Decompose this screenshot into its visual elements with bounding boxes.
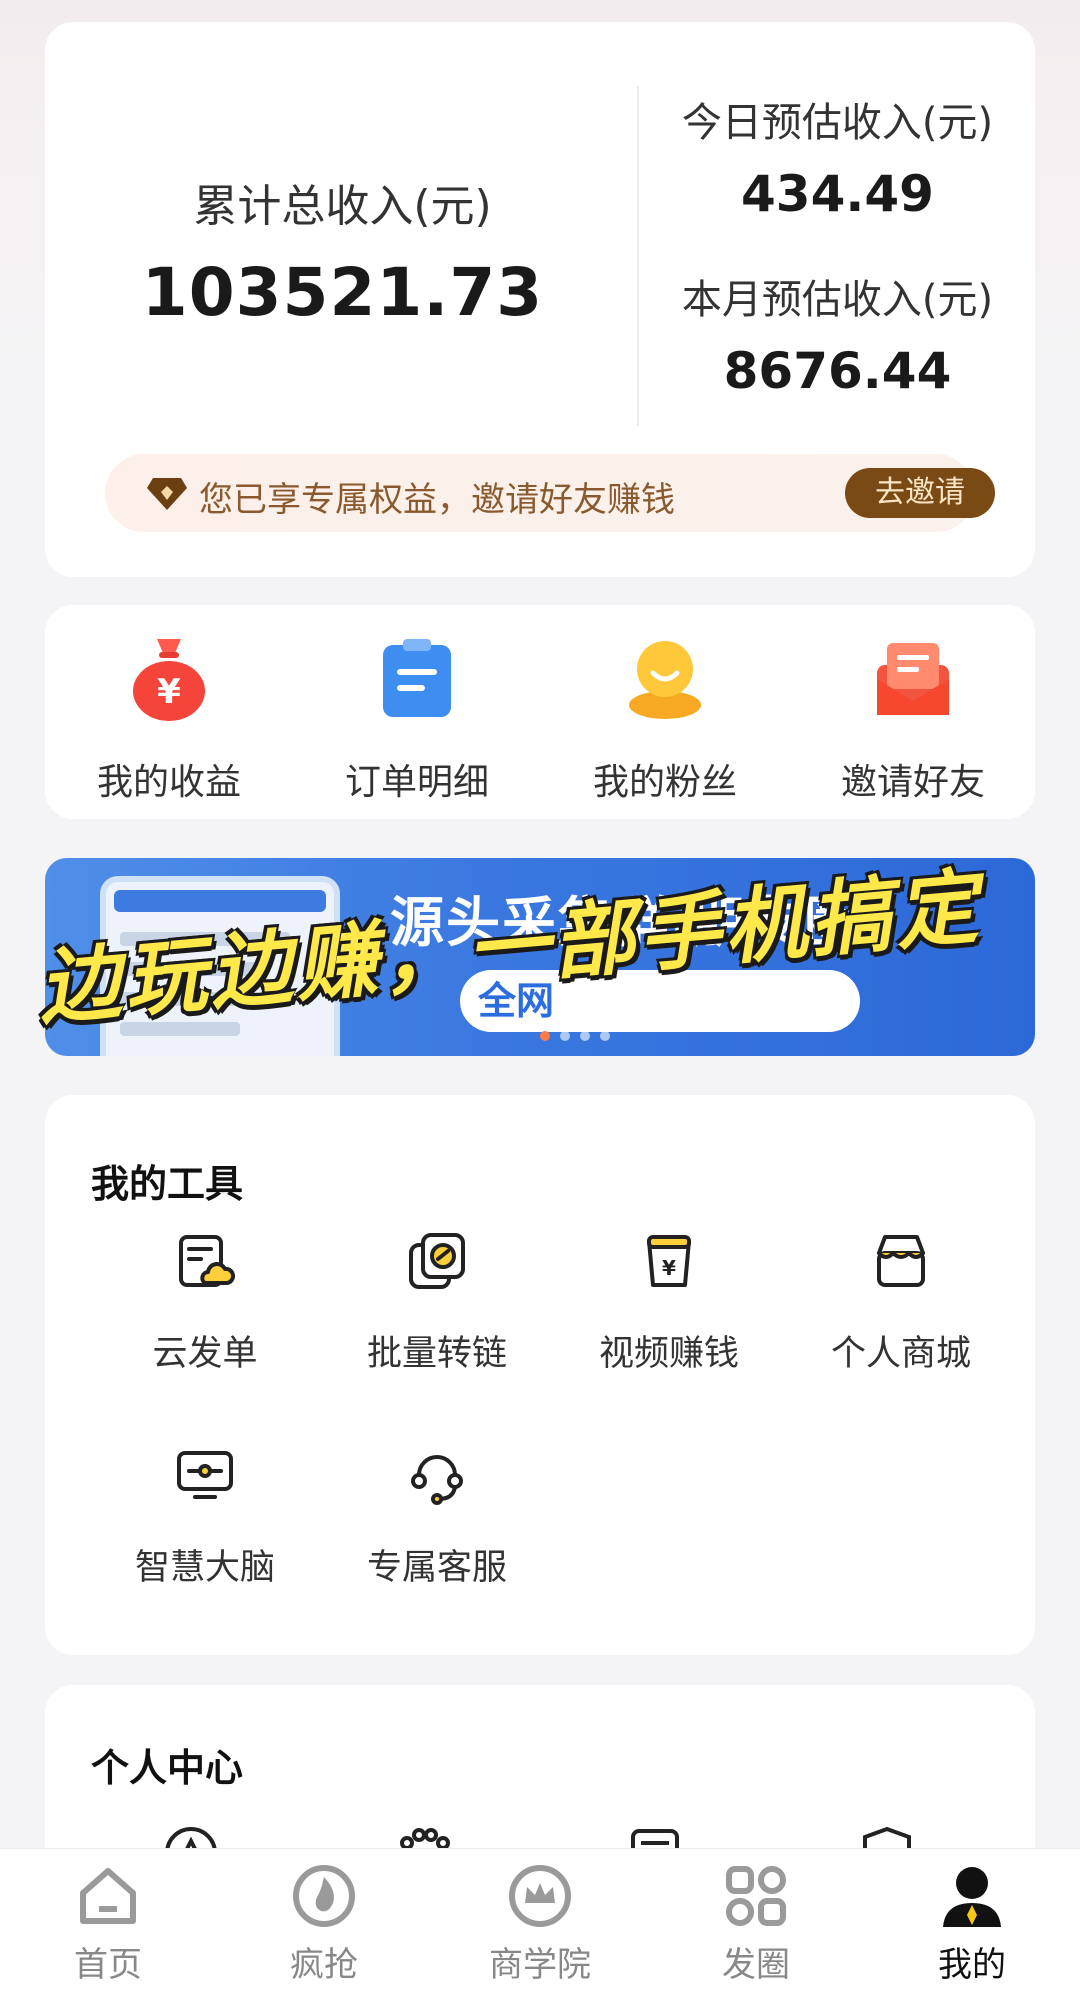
nav-item-academy[interactable]: 商学院 xyxy=(432,1863,648,1986)
nav-item-home[interactable]: 首页 xyxy=(0,1863,216,1986)
quick-action-label: 我的粉丝 xyxy=(592,762,737,803)
monitor-icon xyxy=(177,1451,233,1499)
quick-action-label: 我的收益 xyxy=(96,762,241,803)
tool-label: 智慧大脑 xyxy=(134,1548,275,1588)
quick-actions-card: ¥ 我的收益 订单明细 我的粉丝 邀请好友 xyxy=(45,605,1035,819)
total-income-value[interactable]: 103521.73 xyxy=(45,254,640,331)
store-icon xyxy=(877,1235,925,1287)
person-icon xyxy=(943,1867,1001,1927)
headset-icon xyxy=(411,1455,463,1505)
nav-label: 我的 xyxy=(938,1945,1006,1985)
banner-dot xyxy=(580,1031,590,1041)
benefit-invite-bar[interactable]: 您已享专属权益，邀请好友赚钱 去邀请 xyxy=(105,454,995,532)
banner-dot xyxy=(600,1031,610,1041)
tools-section-title: 我的工具 xyxy=(91,1162,244,1206)
nav-item-moments[interactable]: 发圈 xyxy=(648,1863,864,1986)
month-income-value[interactable]: 8676.44 xyxy=(640,342,1035,400)
video-yuan-icon: ¥ xyxy=(647,1235,691,1287)
svg-text:¥: ¥ xyxy=(157,672,181,712)
tool-cloud-send[interactable]: 云发单 xyxy=(89,1231,321,1376)
nav-label: 首页 xyxy=(74,1945,142,1985)
nav-item-flash-sale[interactable]: 疯抢 xyxy=(216,1863,432,1986)
quick-action-label: 订单明细 xyxy=(344,762,489,803)
bottom-nav: 首页 疯抢 商学院 发圈 我的 xyxy=(0,1848,1080,1999)
invite-button[interactable]: 去邀请 xyxy=(845,468,995,518)
envelope-icon xyxy=(877,643,949,715)
quick-action-orders[interactable]: 订单明细 xyxy=(293,635,541,805)
nav-item-mine[interactable]: 我的 xyxy=(864,1863,1080,1986)
tool-batch-link[interactable]: 批量转链 xyxy=(321,1231,553,1376)
tool-personal-store[interactable]: 个人商城 xyxy=(785,1231,1017,1376)
link-copy-icon xyxy=(409,1233,465,1289)
tool-label: 专属客服 xyxy=(366,1548,507,1588)
quick-action-invite[interactable]: 邀请好友 xyxy=(789,635,1037,805)
clipboard-icon xyxy=(383,639,451,717)
banner-dot xyxy=(540,1031,550,1041)
tool-label: 个人商城 xyxy=(830,1334,971,1374)
today-income-value[interactable]: 434.49 xyxy=(640,165,1035,223)
tool-customer-service[interactable]: 专属客服 xyxy=(321,1445,553,1590)
nav-label: 商学院 xyxy=(489,1945,591,1985)
fans-smile-icon xyxy=(629,641,701,719)
cloud-document-icon xyxy=(179,1235,236,1287)
flame-icon xyxy=(293,1865,355,1927)
tool-smart-brain[interactable]: 智慧大脑 xyxy=(89,1445,321,1590)
grid-icon xyxy=(726,1866,786,1926)
tool-video-earn[interactable]: ¥ 视频赚钱 xyxy=(553,1231,785,1376)
income-summary-card: 累计总收入(元) 103521.73 今日预估收入(元) 434.49 本月预估… xyxy=(45,22,1035,577)
nav-label: 发圈 xyxy=(722,1945,790,1985)
home-icon xyxy=(80,1868,136,1924)
nav-label: 疯抢 xyxy=(290,1945,358,1985)
tool-label: 批量转链 xyxy=(366,1334,507,1374)
month-income-label: 本月预估收入(元) xyxy=(681,277,994,323)
benefit-text: 您已享专属权益，邀请好友赚钱 xyxy=(199,480,675,520)
money-bag-icon: ¥ xyxy=(133,639,205,721)
personal-section-title: 个人中心 xyxy=(91,1746,244,1790)
today-income-label: 今日预估收入(元) xyxy=(681,100,994,146)
banner-dot xyxy=(560,1031,570,1041)
banner-pagination xyxy=(540,1026,620,1045)
diamond-icon xyxy=(147,478,187,510)
crown-icon xyxy=(509,1865,571,1927)
tool-label: 视频赚钱 xyxy=(598,1334,739,1374)
svg-text:¥: ¥ xyxy=(662,1256,676,1280)
quick-action-label: 邀请好友 xyxy=(840,762,985,803)
my-tools-card: 我的工具 云发单 批量转链 ¥ 视频赚钱 个人商城 智慧大脑 专属客服 xyxy=(45,1095,1035,1655)
quick-action-fans[interactable]: 我的粉丝 xyxy=(541,635,789,805)
income-divider xyxy=(637,86,639,426)
quick-action-earnings[interactable]: ¥ 我的收益 xyxy=(45,635,293,805)
total-income-label: 累计总收入(元) xyxy=(193,181,492,232)
tool-label: 云发单 xyxy=(152,1334,258,1374)
